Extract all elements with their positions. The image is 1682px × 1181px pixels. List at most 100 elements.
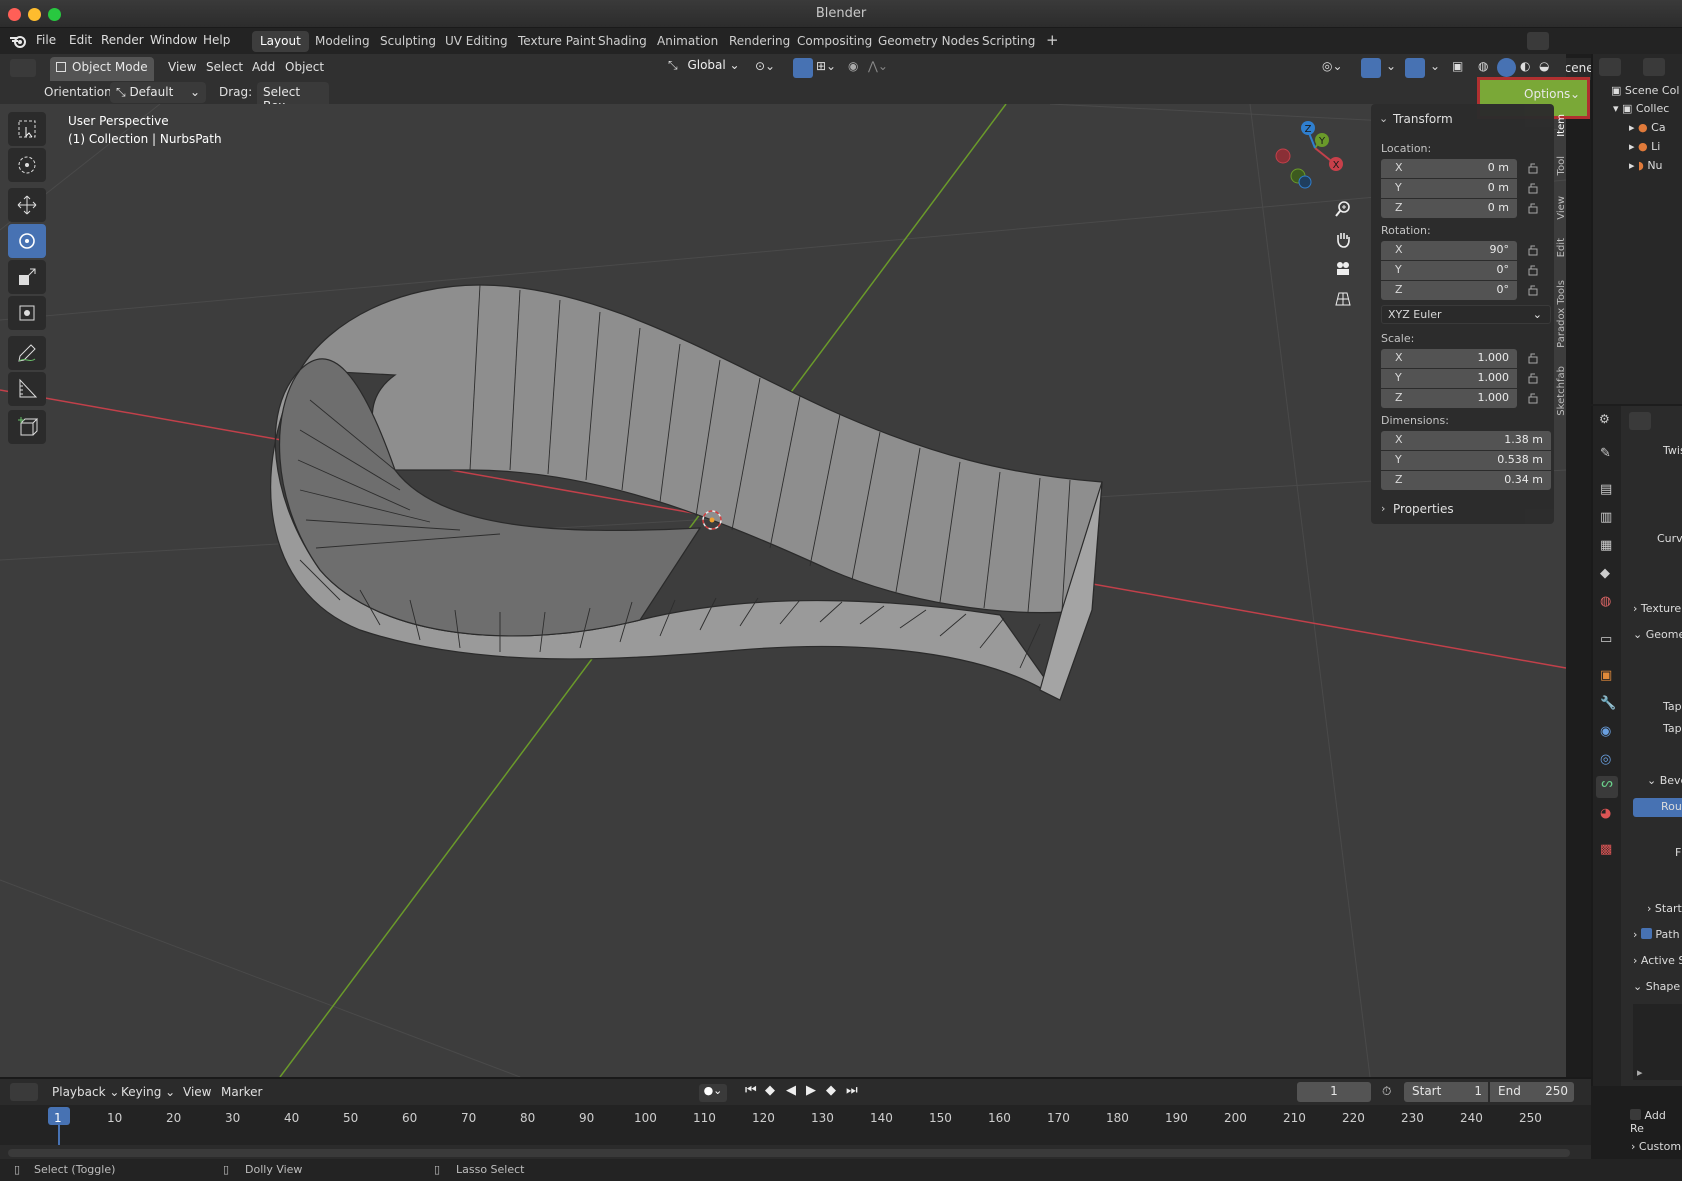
lock-icon[interactable] <box>1527 284 1539 296</box>
rotate-tool[interactable] <box>8 224 46 258</box>
overlays-toggle-icon[interactable] <box>1405 58 1425 78</box>
tab-rendering[interactable]: Rendering <box>721 31 798 52</box>
shape-keys-section[interactable]: ⌄ Shape I <box>1633 980 1682 993</box>
transform-panel-title[interactable]: Transform <box>1393 112 1453 126</box>
gizmo-toggle-icon[interactable] <box>1361 58 1381 78</box>
wireframe-shading-icon[interactable]: ◍ <box>1478 59 1488 73</box>
curve-data-tab-icon[interactable]: ᔕ <box>1596 776 1618 798</box>
timeline-keying-menu[interactable]: Keying ⌄ <box>121 1085 175 1099</box>
object-tab-icon[interactable]: ▣ <box>1600 668 1612 683</box>
tab-edit[interactable]: Edit <box>1556 238 1570 257</box>
menu-window[interactable]: Window <box>150 33 197 47</box>
lock-icon[interactable] <box>1527 372 1539 384</box>
rotation-y-field[interactable]: Y 0° <box>1381 261 1517 280</box>
blender-logo-icon[interactable] <box>9 33 27 49</box>
outliner-camera-item[interactable]: ▸ ● Ca <box>1629 121 1666 134</box>
proportional-editing-icon[interactable]: ◉ <box>848 59 858 73</box>
output-tab-icon[interactable]: ▥ <box>1600 510 1612 525</box>
lock-icon[interactable] <box>1527 392 1539 404</box>
move-tool[interactable] <box>8 188 46 222</box>
properties-options-icon[interactable] <box>1629 412 1651 430</box>
outliner-light-item[interactable]: ▸ ● Li <box>1629 140 1660 153</box>
jump-to-keyframe-back-icon[interactable]: ◆ <box>765 1083 775 1098</box>
tab-layout[interactable]: Layout <box>252 31 309 52</box>
view-layer-tab-icon[interactable]: ▦ <box>1600 538 1612 553</box>
rotation-z-field[interactable]: Z 0° <box>1381 281 1517 300</box>
menu-add[interactable]: Add <box>252 60 275 74</box>
chevron-down-icon[interactable]: ⌄ <box>1379 112 1388 125</box>
navigation-gizmo[interactable]: X Y Z <box>1275 118 1355 198</box>
pivot-point-icon[interactable]: ⊙⌄ <box>755 59 775 73</box>
round-bevel-button[interactable]: Rou <box>1633 798 1682 817</box>
menu-help[interactable]: Help <box>203 33 230 47</box>
tab-compositing[interactable]: Compositing <box>789 31 880 52</box>
rotation-x-field[interactable]: X 90° <box>1381 241 1517 260</box>
rendered-shading-icon[interactable]: ◒ <box>1539 59 1549 73</box>
tab-animation[interactable]: Animation <box>649 31 726 52</box>
tab-uv-editing[interactable]: UV Editing <box>437 31 516 52</box>
scene-selector-icon[interactable] <box>1527 32 1549 50</box>
expand-triangle-icon[interactable]: ▸ <box>1637 1066 1643 1079</box>
jump-to-start-icon[interactable]: ⏮ <box>745 1083 757 1098</box>
outliner-nurbspath-item[interactable]: ▸ ◗ Nu <box>1629 159 1663 172</box>
texture-space-section[interactable]: › Texture <box>1633 602 1681 615</box>
transform-tool[interactable] <box>8 296 46 330</box>
location-z-field[interactable]: Z 0 m <box>1381 199 1517 218</box>
tab-sculpting[interactable]: Sculpting <box>372 31 444 52</box>
menu-render[interactable]: Render <box>101 33 144 47</box>
menu-edit[interactable]: Edit <box>69 33 92 47</box>
custom-properties-section[interactable]: › Custom <box>1631 1140 1681 1153</box>
tool-tab-icon[interactable]: ✎ <box>1600 446 1611 461</box>
chevron-down-icon[interactable]: ⌄ <box>1430 59 1440 73</box>
play-reverse-icon[interactable]: ◀ <box>786 1083 796 1098</box>
scale-x-field[interactable]: X 1.000 <box>1381 349 1517 368</box>
timeline-view-menu[interactable]: View <box>183 1085 211 1099</box>
timeline-ruler[interactable]: 1 10 20 30 40 50 60 70 80 90 100 110 120 130 140 150 160… <box>0 1105 1591 1145</box>
timeline-playback-menu[interactable]: Playback ⌄ <box>52 1085 119 1099</box>
annotate-tool[interactable] <box>8 336 46 370</box>
orientation-dropdown[interactable]: ⤡ Default ⌄ <box>110 82 206 103</box>
lock-icon[interactable] <box>1527 162 1539 174</box>
start-end-mapping-section[interactable]: › Start <box>1647 902 1682 915</box>
scale-y-field[interactable]: Y 1.000 <box>1381 369 1517 388</box>
lock-icon[interactable] <box>1527 182 1539 194</box>
timeline-scrollbar[interactable] <box>8 1149 1570 1157</box>
tab-paradox-tools[interactable]: Paradox Tools <box>1556 280 1570 348</box>
modifier-wrench-icon[interactable]: 🔧 <box>1600 696 1616 711</box>
lock-icon[interactable] <box>1527 352 1539 364</box>
collection-item[interactable]: ▾ ▣ Collec <box>1613 102 1669 115</box>
tab-sketchfab[interactable]: Sketchfab <box>1556 366 1570 416</box>
scene-tab-icon[interactable]: ◆ <box>1600 566 1610 581</box>
lock-icon[interactable] <box>1527 202 1539 214</box>
scale-tool[interactable] <box>8 260 46 294</box>
material-shading-icon[interactable]: ◐ <box>1520 59 1530 73</box>
menu-file[interactable]: File <box>36 33 56 47</box>
location-x-field[interactable]: X 0 m <box>1381 159 1517 178</box>
jump-to-end-icon[interactable]: ⏭ <box>846 1083 858 1098</box>
timeline-marker-menu[interactable]: Marker <box>221 1085 262 1099</box>
zoom-button[interactable] <box>1330 196 1356 222</box>
auto-keying-icon[interactable]: ●⌄ <box>699 1084 727 1102</box>
menu-view[interactable]: View <box>168 60 196 74</box>
active-spline-section[interactable]: › Active S <box>1633 954 1682 967</box>
scale-z-field[interactable]: Z 1.000 <box>1381 389 1517 408</box>
outliner-editor-type-icon[interactable] <box>1599 58 1621 76</box>
tab-tool[interactable]: Tool <box>1556 156 1570 175</box>
menu-object[interactable]: Object <box>285 60 324 74</box>
camera-view-button[interactable] <box>1330 256 1356 282</box>
visibility-icon[interactable]: ◎⌄ <box>1322 59 1343 73</box>
stopwatch-icon[interactable]: ⏱ <box>1382 1084 1391 1099</box>
geometry-section[interactable]: ⌄ Geome <box>1633 628 1682 641</box>
start-frame-field[interactable]: Start 1 <box>1404 1082 1488 1102</box>
properties-panel-title[interactable]: Properties <box>1393 502 1454 516</box>
rotation-mode-dropdown[interactable]: XYZ Euler ⌄ <box>1381 305 1551 324</box>
pan-button[interactable] <box>1330 226 1356 252</box>
timeline-editor-type-icon[interactable] <box>10 1083 38 1101</box>
scene-collection-item[interactable]: ▣ Scene Col <box>1611 84 1679 97</box>
texture-tab-icon[interactable]: ▩ <box>1600 842 1612 857</box>
properties-editor-type-icon[interactable]: ⚙ <box>1599 412 1610 426</box>
bevel-section[interactable]: ⌄ Beve <box>1647 774 1682 787</box>
xray-toggle-icon[interactable]: ▣ <box>1452 59 1463 73</box>
select-box-tool[interactable] <box>8 112 46 146</box>
chevron-down-icon[interactable]: ⌄ <box>1386 59 1396 73</box>
